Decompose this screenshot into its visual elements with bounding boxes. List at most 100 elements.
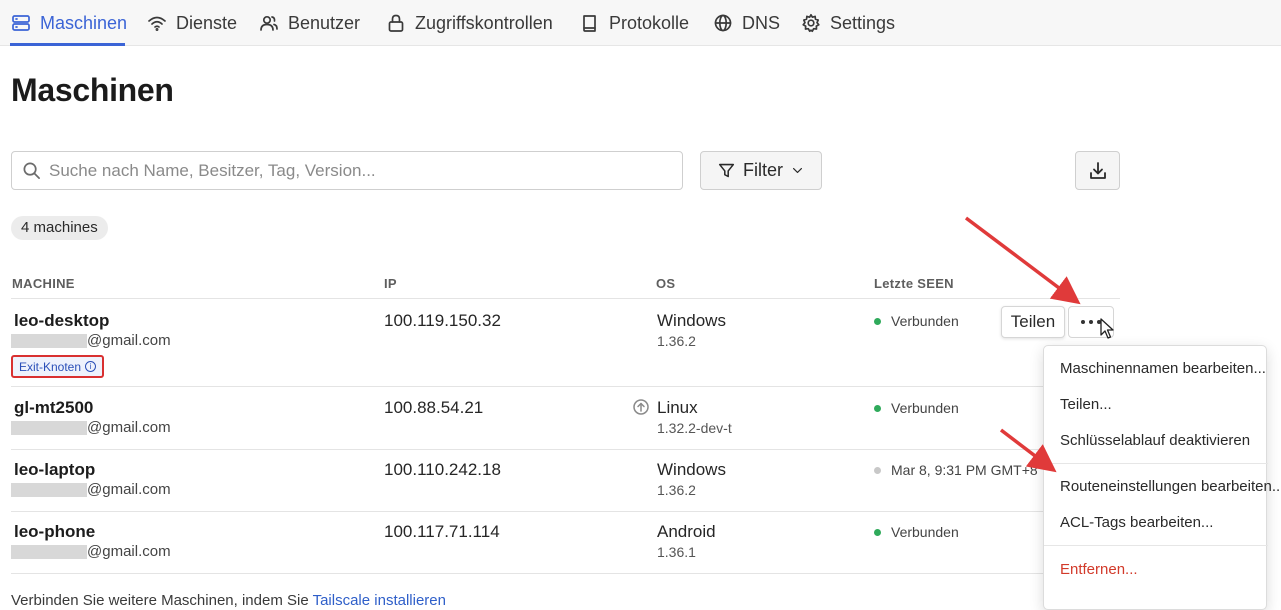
machine-ip: 100.117.71.114 — [384, 522, 500, 541]
menu-item-disable-key-expiry[interactable]: Schlüsselablauf deaktivieren — [1060, 432, 1250, 449]
download-icon — [1089, 161, 1106, 179]
menu-divider — [1044, 463, 1268, 464]
machine-status: Verbunden — [874, 524, 959, 540]
menu-divider — [1044, 545, 1268, 546]
page-title: Maschinen — [11, 72, 174, 108]
machine-owner: @gmail.com — [11, 419, 171, 436]
chevron-down-icon — [793, 167, 802, 174]
machine-version: 1.36.2 — [657, 333, 696, 349]
machine-status: Verbunden — [874, 400, 959, 416]
machine-owner: @gmail.com — [11, 332, 171, 349]
tab-label: Dienste — [176, 12, 238, 33]
machine-os: Android — [657, 522, 716, 541]
status-text: Verbunden — [891, 313, 959, 329]
book-icon — [583, 15, 596, 32]
menu-item-remove[interactable]: Entfernen... — [1060, 561, 1138, 578]
owner-domain: @gmail.com — [87, 543, 171, 560]
tab-label: DNS — [742, 12, 781, 33]
ellipsis-icon — [1081, 320, 1101, 324]
status-text: Verbunden — [891, 400, 959, 416]
machine-owner: @gmail.com — [11, 481, 171, 498]
machine-version: 1.32.2-dev-t — [657, 420, 732, 436]
export-button[interactable] — [1075, 151, 1120, 190]
status-dot — [874, 404, 881, 412]
machine-version: 1.36.2 — [657, 482, 696, 498]
machine-count-badge: 4 machines — [11, 216, 108, 240]
filter-label: Filter — [743, 160, 783, 180]
divider — [11, 573, 1120, 574]
machine-ip: 100.119.150.32 — [384, 311, 501, 330]
machine-status: Mar 8, 9:31 PM GMT+8 — [874, 462, 1038, 478]
update-available-icon[interactable] — [633, 399, 649, 415]
machine-os: Linux — [657, 398, 698, 417]
machine-ip: 100.88.54.21 — [384, 398, 484, 417]
machine-name[interactable]: leo-laptop — [14, 460, 95, 480]
tab-zugriffskontrollen[interactable]: Zugriffskontrollen — [386, 0, 553, 46]
tab-settings[interactable]: Settings — [801, 0, 895, 46]
info-icon[interactable]: i — [85, 361, 97, 372]
status-dot — [874, 317, 881, 325]
menu-item-edit-routes[interactable]: Routeneinstellungen bearbeiten... — [1060, 478, 1281, 495]
tab-maschinen[interactable]: Maschinen — [11, 0, 127, 46]
globe-icon — [714, 14, 732, 32]
exit-node-tag: Exit-Knoten i — [11, 355, 105, 378]
tab-label: Protokolle — [609, 12, 690, 33]
redacted-email — [11, 420, 87, 435]
filter-icon — [718, 163, 735, 178]
server-icon — [12, 15, 30, 31]
column-header-machine: MACHINE — [12, 276, 75, 291]
tab-dienste[interactable]: Dienste — [147, 0, 237, 46]
machine-name[interactable]: gl-mt2500 — [14, 398, 93, 418]
menu-item-edit-machine-name[interactable]: Maschinennamen bearbeiten... — [1060, 360, 1266, 377]
machine-name[interactable]: leo-phone — [14, 522, 95, 542]
machine-status: Verbunden — [874, 313, 959, 329]
owner-domain: @gmail.com — [87, 332, 171, 349]
divider — [11, 298, 1120, 299]
status-dot — [874, 528, 881, 536]
tag-label: Exit-Knoten — [19, 359, 82, 374]
divider — [11, 386, 1120, 387]
redacted-email — [11, 544, 87, 559]
column-header-last-seen: Letzte SEEN — [874, 276, 954, 291]
users-icon — [260, 15, 278, 31]
search-icon — [23, 162, 40, 179]
gear-icon — [802, 13, 820, 33]
menu-item-edit-acl-tags[interactable]: ACL-Tags bearbeiten... — [1060, 514, 1213, 531]
footer-text: Verbinden Sie weitere Maschinen, indem S… — [11, 592, 313, 609]
divider — [11, 511, 1120, 512]
menu-item-share[interactable]: Teilen... — [1060, 396, 1112, 413]
machine-owner: @gmail.com — [11, 543, 171, 560]
column-header-os: OS — [656, 276, 676, 291]
search-input[interactable] — [49, 160, 649, 181]
install-tailscale-link[interactable]: Tailscale installieren — [313, 592, 446, 609]
share-button[interactable]: Teilen — [1001, 306, 1065, 338]
status-text: Verbunden — [891, 524, 959, 540]
wifi-icon — [148, 16, 166, 31]
tab-label: Benutzer — [288, 12, 361, 33]
tab-dns[interactable]: DNS — [713, 0, 780, 46]
top-navigation: Maschinen Dienste Benutzer Zugriffskontr… — [0, 0, 1281, 46]
active-tab-indicator — [10, 43, 125, 46]
mouse-cursor-icon — [1100, 318, 1114, 339]
tab-label: Zugriffskontrollen — [415, 12, 553, 33]
annotation-arrow-more-button — [964, 216, 1081, 305]
tab-label: Maschinen — [40, 12, 128, 33]
lock-icon — [388, 14, 404, 32]
filter-button[interactable]: Filter — [700, 151, 822, 190]
machine-name[interactable]: leo-desktop — [14, 311, 109, 331]
footer-hint: Verbinden Sie weitere Maschinen, indem S… — [11, 592, 446, 609]
search-box[interactable] — [11, 151, 683, 190]
column-header-ip: IP — [384, 276, 397, 291]
machine-ip: 100.110.242.18 — [384, 460, 501, 479]
machine-context-menu: Maschinennamen bearbeiten... Teilen... S… — [1043, 345, 1281, 610]
redacted-email — [11, 333, 87, 348]
tab-protokolle[interactable]: Protokolle — [580, 0, 689, 46]
machine-version: 1.36.1 — [657, 544, 696, 560]
tab-label: Settings — [830, 12, 896, 33]
redacted-email — [11, 482, 87, 497]
tab-benutzer[interactable]: Benutzer — [259, 0, 360, 46]
machine-os: Windows — [657, 311, 726, 330]
divider — [11, 449, 1120, 450]
status-dot — [874, 466, 881, 474]
status-text: Mar 8, 9:31 PM GMT+8 — [891, 462, 1038, 478]
